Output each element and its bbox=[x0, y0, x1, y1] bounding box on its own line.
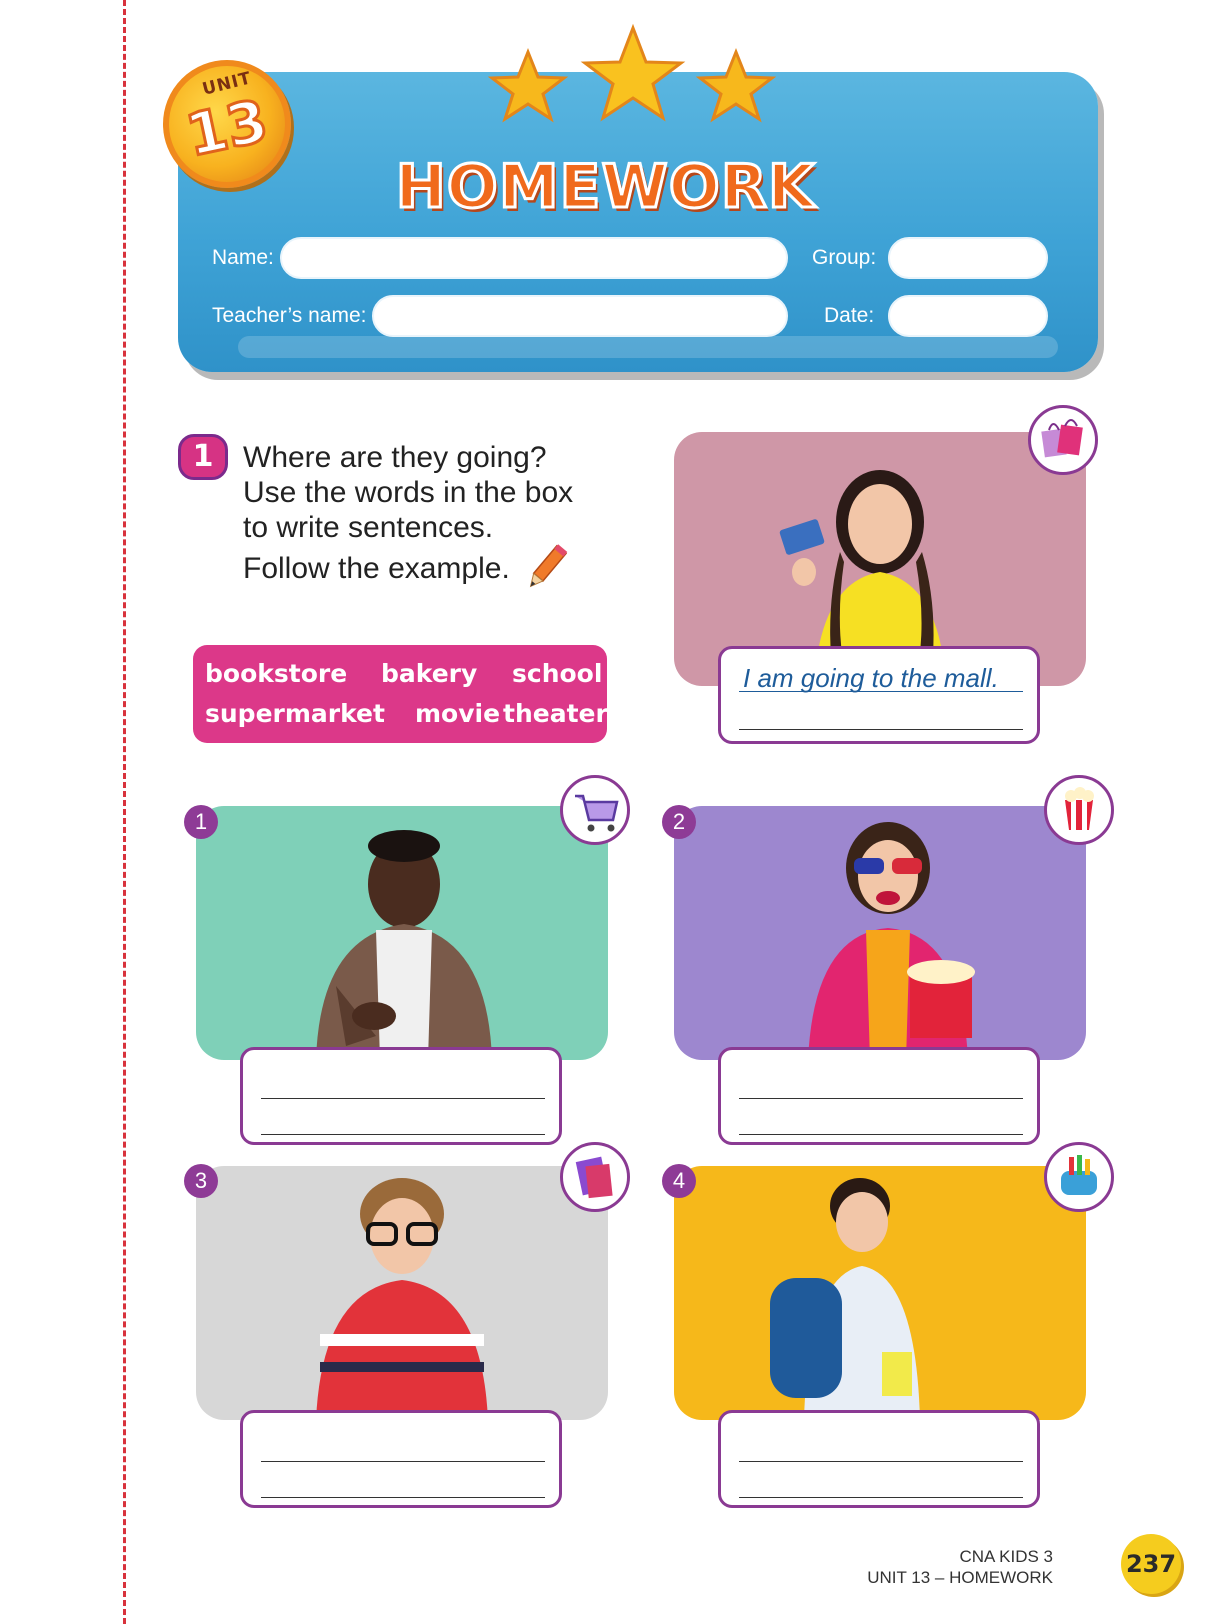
margin-dashed-line bbox=[123, 0, 126, 1624]
star-icon bbox=[487, 47, 569, 123]
item-4-answer-box[interactable] bbox=[718, 1410, 1040, 1508]
word-supermarket: supermarket bbox=[205, 699, 385, 728]
stars-decoration bbox=[487, 23, 777, 123]
answer-line bbox=[261, 1134, 545, 1135]
page-number: 237 bbox=[1121, 1534, 1181, 1594]
pencil-icon bbox=[529, 544, 568, 588]
page-footer: CNA KIDS 3 UNIT 13 – HOMEWORK bbox=[867, 1546, 1053, 1588]
books-icon bbox=[575, 1156, 613, 1199]
item-2-photo-card bbox=[674, 806, 1086, 1060]
answer-line bbox=[261, 1497, 545, 1498]
books-icon-badge bbox=[560, 1142, 630, 1212]
date-field[interactable] bbox=[888, 295, 1048, 337]
page-title: HOMEWORK bbox=[394, 151, 816, 224]
shopping-cart-icon bbox=[575, 794, 619, 832]
word-bakery: bakery bbox=[381, 659, 478, 688]
teacher-name-field[interactable] bbox=[372, 295, 788, 337]
item-1-photo-card bbox=[196, 806, 608, 1060]
item-number-1: 1 bbox=[184, 805, 218, 839]
exercise-number-badge: 1 bbox=[178, 434, 228, 480]
example-answer-box[interactable]: I am going to the mall. bbox=[718, 646, 1040, 744]
item-3-answer-box[interactable] bbox=[240, 1410, 562, 1508]
item-2-answer-box[interactable] bbox=[718, 1047, 1040, 1145]
shopping-bags-icon bbox=[1041, 419, 1083, 458]
teacher-name-label: Teacher’s name: bbox=[212, 304, 367, 327]
man-clapping-photo bbox=[316, 830, 492, 1060]
item-number-3: 3 bbox=[184, 1164, 218, 1198]
example-answer-text: I am going to the mall. bbox=[743, 663, 999, 693]
word-bookstore: bookstore bbox=[205, 659, 348, 688]
school-supplies-icon-badge bbox=[1044, 1142, 1114, 1212]
name-label: Name: bbox=[212, 246, 274, 269]
group-label: Group: bbox=[812, 246, 877, 269]
instruction-line: Where are they going? bbox=[243, 441, 547, 474]
shopping-bags-icon-badge bbox=[1028, 405, 1098, 475]
answer-line bbox=[739, 1461, 1023, 1462]
item-3-photo-card bbox=[196, 1166, 608, 1420]
date-label: Date: bbox=[824, 304, 875, 327]
homework-page: UNIT 13 HOMEWORK Name: Group: Teacher’s … bbox=[0, 0, 1211, 1624]
footer-unit-title: UNIT 13 – HOMEWORK bbox=[867, 1568, 1053, 1587]
boy-with-backpack-photo bbox=[770, 1178, 920, 1420]
name-field[interactable] bbox=[280, 237, 788, 279]
word-school: school bbox=[512, 659, 603, 688]
answer-line bbox=[739, 691, 1023, 692]
group-field[interactable] bbox=[888, 237, 1048, 279]
popcorn-icon-badge bbox=[1044, 775, 1114, 845]
answer-line bbox=[261, 1461, 545, 1462]
item-1-answer-box[interactable] bbox=[240, 1047, 562, 1145]
boy-with-glasses-photo bbox=[316, 1178, 488, 1420]
star-icon bbox=[580, 23, 686, 122]
item-4-photo-card bbox=[674, 1166, 1086, 1420]
answer-line bbox=[739, 1134, 1023, 1135]
answer-line bbox=[739, 1098, 1023, 1099]
answer-line bbox=[739, 1497, 1023, 1498]
word-theater: theater bbox=[503, 699, 608, 728]
item-number-4: 4 bbox=[662, 1164, 696, 1198]
popcorn-icon bbox=[1065, 787, 1094, 830]
instruction-line: Use the words in the box bbox=[243, 476, 574, 509]
shopping-cart-icon-badge bbox=[560, 775, 630, 845]
school-supplies-icon bbox=[1061, 1155, 1097, 1195]
word-box: bookstore bakery school supermarket movi… bbox=[193, 645, 608, 743]
answer-line bbox=[739, 729, 1023, 730]
woman-with-popcorn-photo bbox=[808, 822, 975, 1060]
answer-line bbox=[261, 1098, 545, 1099]
word-movie: movie bbox=[415, 699, 501, 728]
star-icon bbox=[695, 47, 777, 123]
footer-book-title: CNA KIDS 3 bbox=[959, 1547, 1053, 1566]
item-number-2: 2 bbox=[662, 805, 696, 839]
